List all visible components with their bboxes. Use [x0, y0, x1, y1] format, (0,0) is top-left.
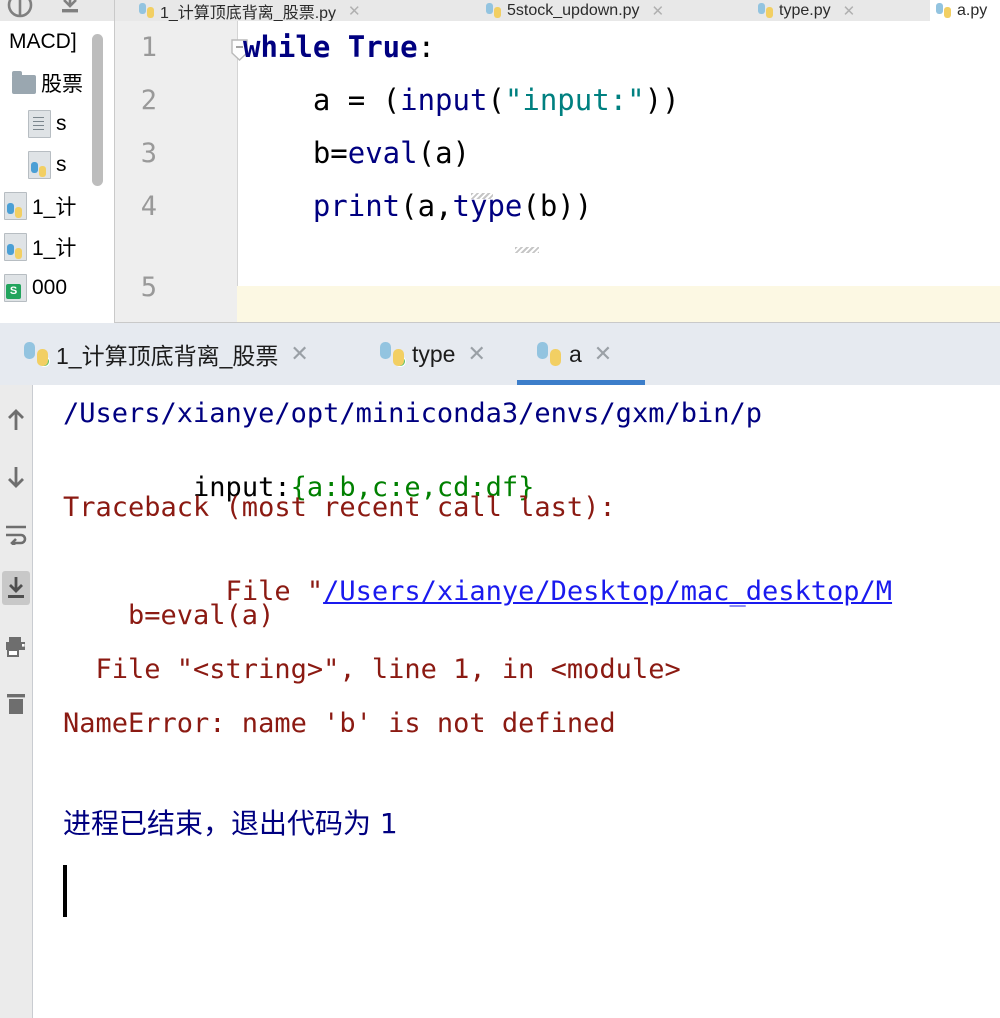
tree-item-python-file-2[interactable]: 1_计 — [0, 226, 114, 267]
code-line-2[interactable]: 2 a = (input("input:")) — [115, 74, 1000, 127]
run-tab-3-active[interactable]: a ✕ — [537, 323, 612, 385]
print-icon[interactable] — [2, 630, 30, 664]
console-error-line: NameError: name 'b' is not defined — [63, 708, 616, 739]
editor-tab-1[interactable]: 1_计算顶底背离_股票.py ✕ — [133, 0, 367, 21]
tree-item-label: MACD] — [9, 29, 77, 53]
code-line-1[interactable]: 1 while True: — [115, 21, 1000, 74]
tool-window-corner-icons — [0, 0, 115, 21]
python-file-icon — [758, 3, 773, 18]
code-text-line-1: while True: — [243, 30, 436, 64]
text-file-icon — [28, 109, 51, 138]
console-traceback-code-1: b=eval(a) — [63, 600, 275, 631]
close-icon[interactable]: ✕ — [843, 2, 856, 20]
run-tab-2[interactable]: type ✕ — [380, 323, 486, 385]
code-text-line-3: b=eval(a) — [243, 136, 470, 170]
editor-tab-label: type.py — [779, 1, 831, 19]
excel-badge-label: S — [6, 283, 21, 299]
console-toolbar — [0, 385, 33, 1018]
close-icon[interactable]: ✕ — [467, 341, 485, 367]
line-number: 1 — [140, 32, 157, 63]
code-line-4[interactable]: 4 print(a,type(b)) — [115, 180, 1000, 233]
run-tab-label: type — [412, 340, 456, 367]
run-tab-label: a — [569, 340, 582, 367]
pycharm-window: 1_计算顶底背离_股票.py ✕ 5stock_updown.py ✕ type… — [0, 0, 1000, 1018]
line-number: 4 — [140, 191, 157, 222]
line-number: 5 — [140, 272, 157, 303]
code-text-line-4: print(a,type(b)) — [312, 189, 593, 223]
scroll-to-end-icon[interactable] — [2, 571, 30, 605]
run-tab-label: 1_计算顶底背离_股票 — [56, 343, 279, 369]
line-number: 2 — [140, 85, 157, 116]
editor-tab-bar: 1_计算顶底背离_股票.py ✕ 5stock_updown.py ✕ type… — [0, 0, 1000, 21]
close-icon[interactable]: ✕ — [348, 2, 361, 20]
console-output[interactable]: /Users/xianye/opt/miniconda3/envs/gxm/bi… — [33, 385, 1000, 1018]
up-arrow-icon[interactable] — [2, 403, 30, 437]
down-arrow-icon[interactable] — [2, 460, 30, 494]
tree-item-python-file-1[interactable]: 1_计 — [0, 185, 114, 226]
circle-slash-icon[interactable] — [6, 0, 34, 19]
tree-item-label: s — [56, 111, 67, 135]
python-file-icon — [28, 150, 51, 179]
python-file-icon — [4, 232, 27, 261]
editor-tab-2[interactable]: 5stock_updown.py ✕ — [480, 0, 670, 21]
python-run-icon — [24, 342, 50, 367]
run-tab-1[interactable]: 1_计算顶底背离_股票 ✕ — [24, 323, 309, 385]
code-editor[interactable]: 1 while True: 2 a = (input("input:")) 3 … — [115, 21, 1000, 323]
close-icon[interactable]: ✕ — [290, 341, 308, 367]
tree-item-label: 000 — [32, 275, 68, 299]
console-caret — [63, 865, 67, 917]
tree-item-label: 1_计 — [32, 195, 77, 219]
folder-icon — [12, 70, 36, 94]
tree-item-label: 1_计 — [32, 236, 77, 260]
soft-wrap-icon[interactable] — [2, 517, 30, 551]
editor-tab-4-active[interactable]: a.py — [930, 0, 1000, 21]
python-file-icon — [4, 191, 27, 220]
console-interpreter-path: /Users/xianye/opt/miniconda3/envs/gxm/bi… — [63, 398, 762, 429]
code-text-line-2: a = (input("input:")) — [243, 83, 680, 117]
console-file-link[interactable]: /Users/xianye/Desktop/mac_desktop/M — [323, 576, 892, 607]
editor-tab-label: 5stock_updown.py — [507, 1, 640, 19]
python-run-icon — [380, 342, 406, 367]
editor-tab-label: 1_计算顶底背离_股票.py — [160, 4, 337, 22]
excel-file-icon: S — [4, 273, 27, 302]
python-file-icon — [936, 3, 951, 18]
editor-tab-3[interactable]: type.py ✕ — [752, 0, 861, 21]
tree-item-label: 股票 — [41, 72, 83, 96]
console-exit-message: 进程已结束，退出代码为 1 — [63, 807, 398, 840]
code-line-5[interactable]: 5 — [115, 233, 1000, 303]
run-tool-window: 1_计算顶底背离_股票 ✕ type ✕ a ✕ /Users/xianye/o… — [0, 323, 1000, 1018]
current-line-highlight — [237, 286, 1000, 323]
python-file-icon — [486, 3, 501, 18]
code-line-3[interactable]: 3 b=eval(a) — [115, 127, 1000, 180]
close-icon[interactable]: ✕ — [652, 2, 665, 20]
trash-icon[interactable] — [2, 687, 30, 721]
tree-item-excel-file[interactable]: S 000 — [0, 267, 114, 308]
python-file-icon — [139, 3, 154, 18]
run-configuration-tab-bar: 1_计算顶底背离_股票 ✕ type ✕ a ✕ — [0, 323, 1000, 386]
console-traceback-file-2: File "<string>", line 1, in <module> — [63, 654, 681, 685]
editor-tab-label: a.py — [957, 1, 988, 19]
tree-item-label: s — [56, 152, 67, 176]
console-traceback-header: Traceback (most recent call last): — [63, 492, 616, 523]
project-tool-window[interactable]: MACD] 股票 s s 1_计 1_计 S 000 — [0, 21, 115, 323]
line-number: 3 — [140, 138, 157, 169]
close-icon[interactable]: ✕ — [594, 341, 612, 367]
collapse-all-icon[interactable] — [56, 0, 84, 19]
python-run-icon — [537, 342, 561, 366]
project-scrollbar[interactable] — [92, 34, 103, 186]
